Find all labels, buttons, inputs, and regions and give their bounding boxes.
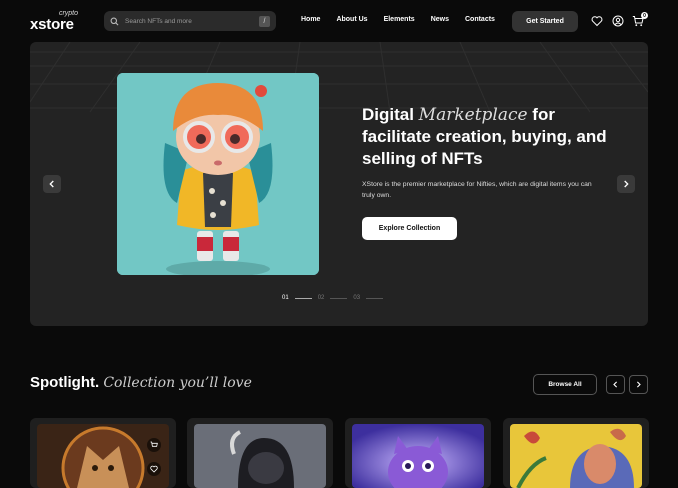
hero-prev-button[interactable] <box>43 175 61 193</box>
hero-nft-image <box>117 73 319 275</box>
browse-all-button[interactable]: Browse All <box>533 374 597 395</box>
user-icon[interactable] <box>612 15 624 27</box>
spotlight-card[interactable] <box>30 418 176 488</box>
hero-title: Digital Marketplace for facilitate creat… <box>362 104 612 170</box>
hero-pagination: 01 02 03 <box>282 295 389 301</box>
nav-news[interactable]: News <box>431 16 449 23</box>
spotlight-prev-button[interactable] <box>606 375 625 394</box>
card-image <box>194 424 326 488</box>
nav-home[interactable]: Home <box>301 16 320 23</box>
card-image <box>37 424 169 488</box>
heart-icon[interactable] <box>591 15 603 27</box>
spotlight-next-button[interactable] <box>629 375 648 394</box>
spotlight-subtitle: Collection you’ll love <box>103 375 252 391</box>
search-bar[interactable]: / <box>104 11 276 31</box>
nav-contacts[interactable]: Contacts <box>465 16 495 23</box>
pager-item-1[interactable]: 01 <box>282 295 289 301</box>
chevron-left-icon <box>49 180 54 188</box>
spotlight-card[interactable] <box>187 418 333 488</box>
nav-about-us[interactable]: About Us <box>336 16 367 23</box>
pager-item-2[interactable]: 02 <box>318 295 325 301</box>
cart-count-badge: 0 <box>641 12 648 19</box>
hero-title-rest: facilitate creation, buying, and selling… <box>362 127 607 169</box>
main-nav: Home About Us Elements News Contacts <box>301 16 511 23</box>
pager-line <box>294 297 312 299</box>
hero-title-pre: Digital <box>362 105 419 124</box>
spotlight-card[interactable] <box>503 418 649 488</box>
explore-collection-button[interactable]: Explore Collection <box>362 217 457 240</box>
pager-line <box>366 297 384 299</box>
spotlight-card[interactable] <box>345 418 491 488</box>
heart-icon <box>150 465 158 473</box>
search-icon <box>110 17 119 25</box>
nav-elements[interactable]: Elements <box>384 16 415 23</box>
hero-next-button[interactable] <box>617 175 635 193</box>
hero-title-accent: Marketplace <box>418 105 528 125</box>
pager-item-3[interactable]: 03 <box>353 295 360 301</box>
chevron-right-icon <box>624 180 629 188</box>
hero-title-post: for <box>527 105 555 124</box>
pager-line <box>330 297 348 299</box>
card-image <box>510 424 642 488</box>
spotlight-title: Spotlight. <box>30 374 100 391</box>
logo-wordmark: xstore <box>30 16 74 33</box>
chevron-right-icon <box>636 381 641 388</box>
hero-banner: Digital Marketplace for facilitate creat… <box>30 42 648 326</box>
cart-icon <box>150 441 158 447</box>
logo[interactable]: crypto xstore <box>30 10 82 34</box>
get-started-button[interactable]: Get Started <box>512 11 578 32</box>
search-input[interactable] <box>123 16 253 26</box>
search-shortcut-key: / <box>259 15 270 27</box>
spotlight-heading: Spotlight. Collection you’ll love <box>30 374 252 391</box>
card-image <box>352 424 484 488</box>
hero-description: XStore is the premier marketplace for Ni… <box>362 181 592 199</box>
card-cart-button[interactable] <box>147 438 161 452</box>
chevron-left-icon <box>613 381 618 388</box>
